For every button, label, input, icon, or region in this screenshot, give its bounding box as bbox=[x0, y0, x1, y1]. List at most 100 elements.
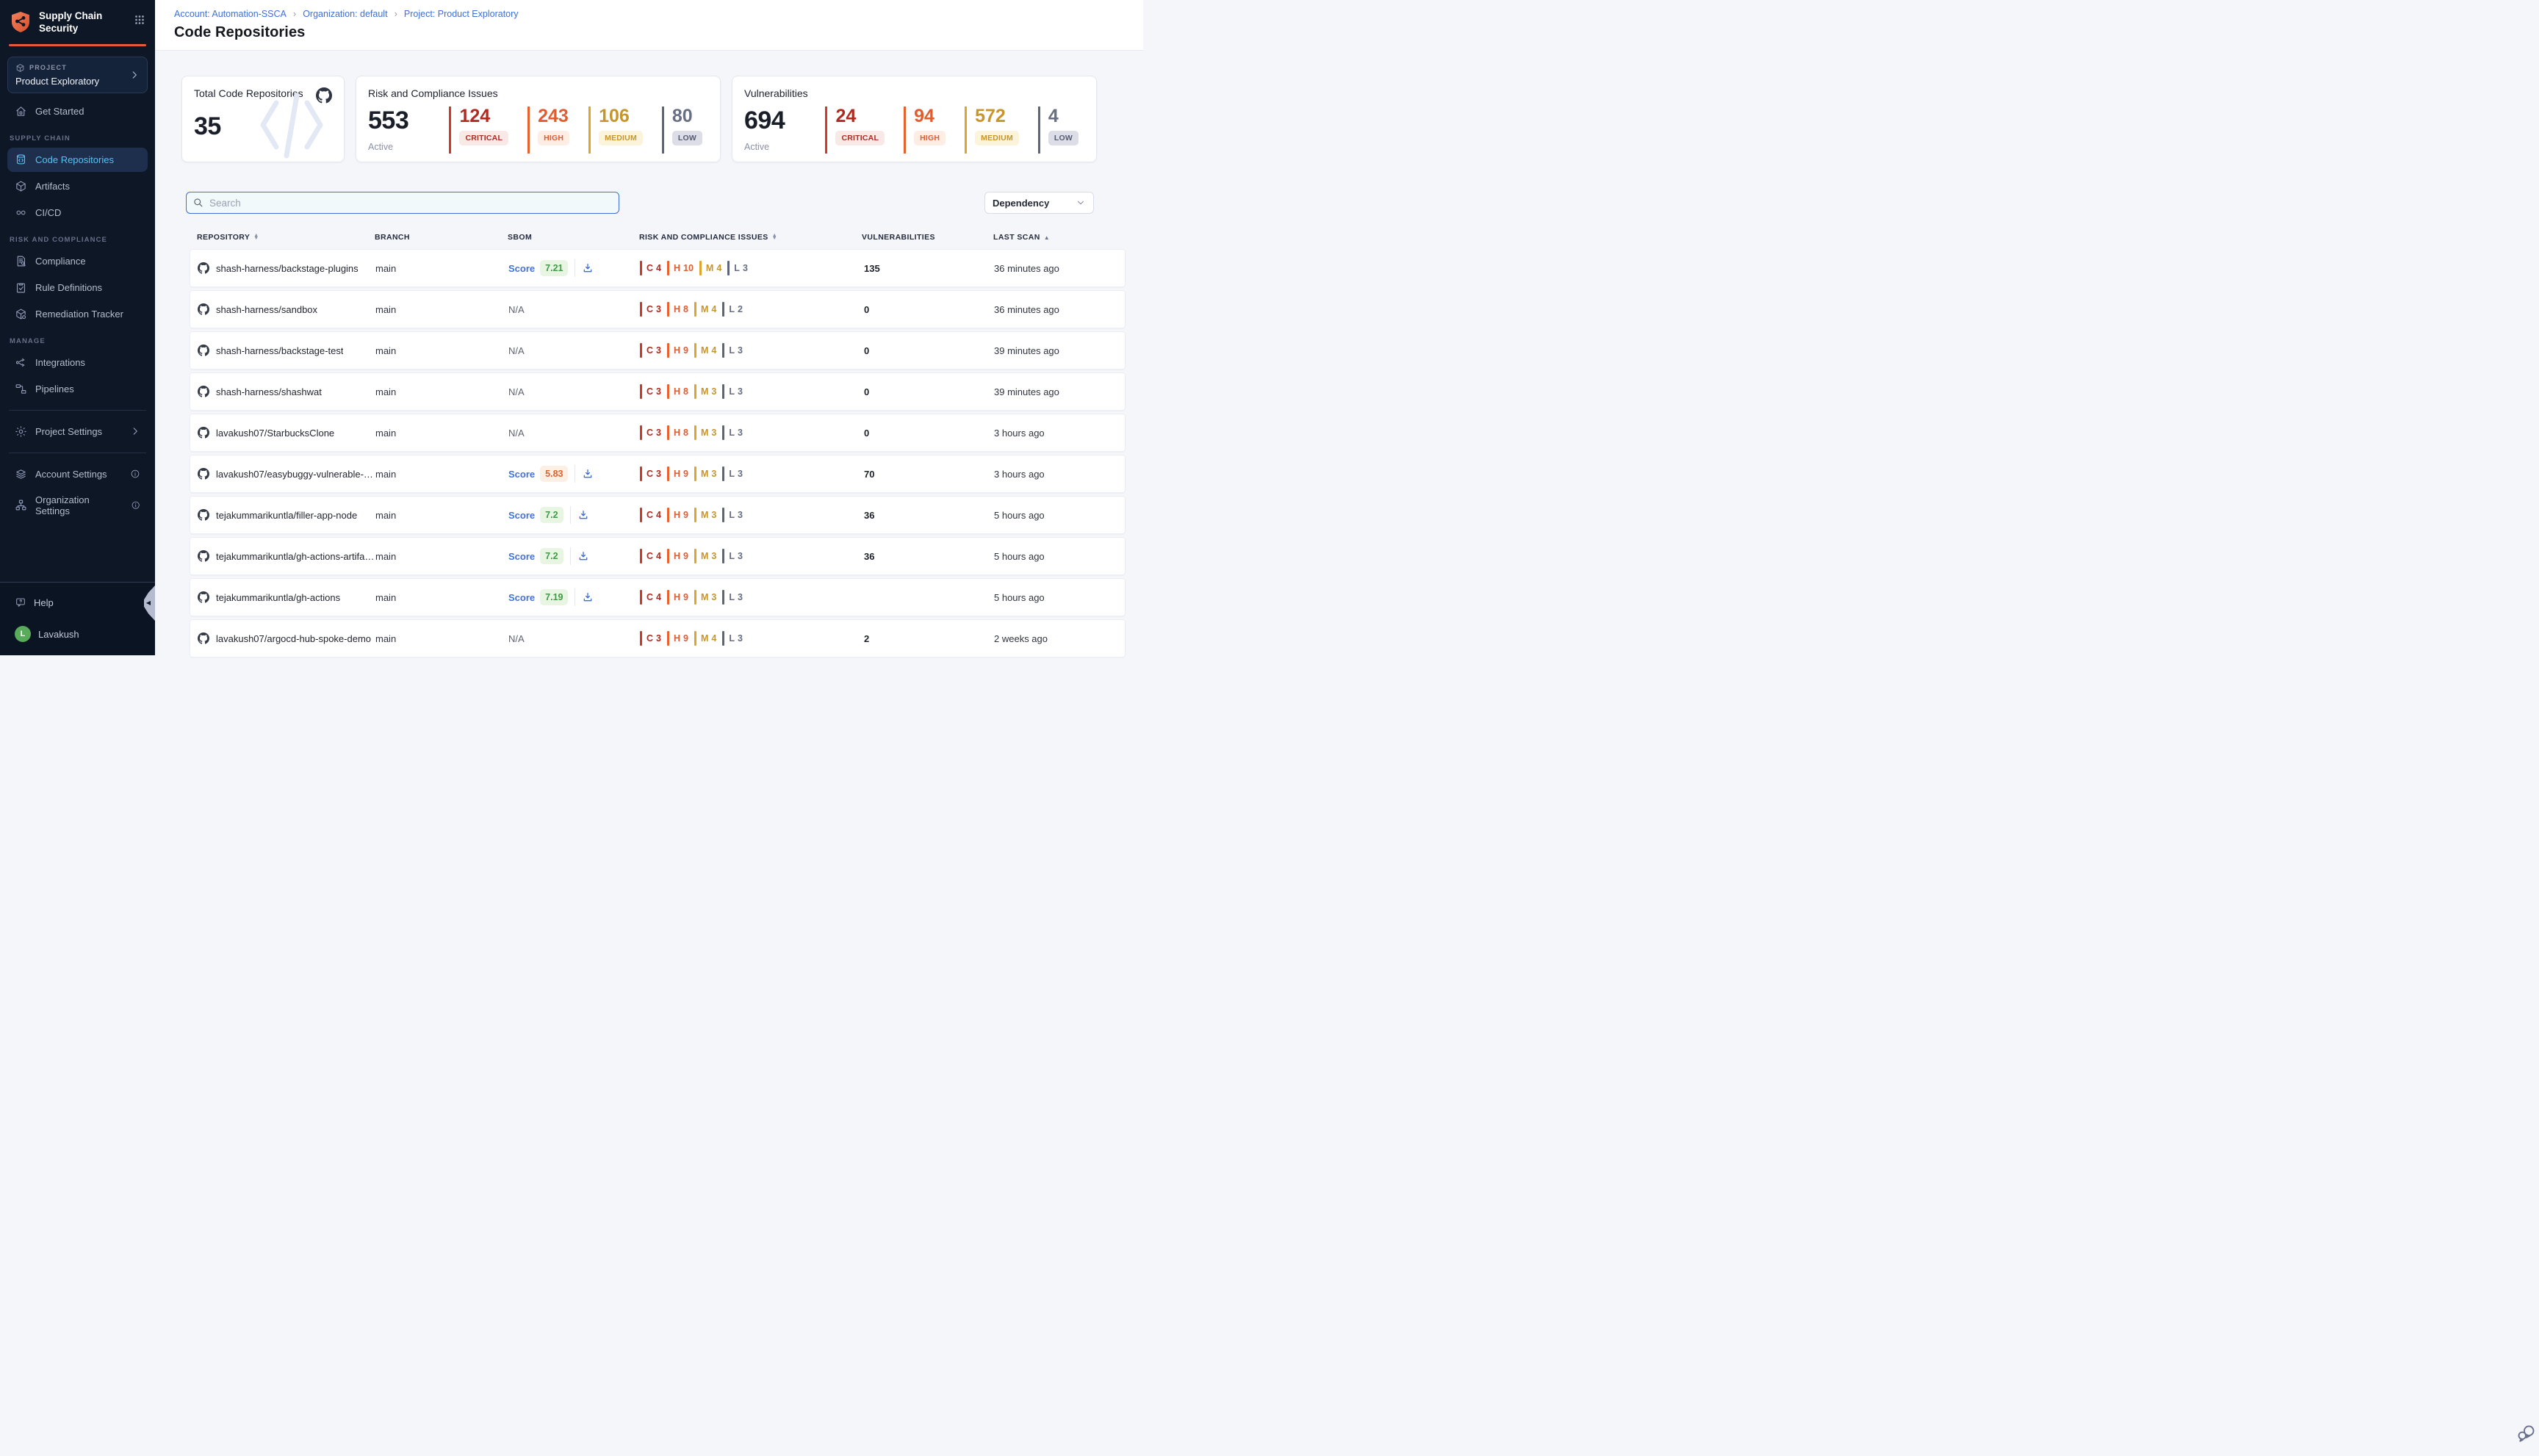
table-row[interactable]: lavakush07/argocd-hub-spoke-demomainN/AC… bbox=[190, 619, 1126, 657]
vulnerabilities-count: 36 bbox=[862, 551, 994, 562]
severity-letter: H bbox=[674, 633, 680, 644]
sbom-cell: N/A bbox=[508, 428, 640, 439]
search-input[interactable] bbox=[186, 192, 619, 214]
severity-count: 3 bbox=[711, 386, 716, 397]
table-row[interactable]: lavakush07/StarbucksClonemainN/AC3H8M3L3… bbox=[190, 414, 1126, 452]
sidebar-item-organization-settings[interactable]: Organization Settings bbox=[7, 489, 148, 522]
sidebar-item-integrations[interactable]: Integrations bbox=[7, 350, 148, 375]
severity-chip-critical: C3 bbox=[640, 384, 661, 399]
repo-name: tejakummarikuntla/gh-actions-artifacts bbox=[216, 551, 375, 562]
last-scan: 5 hours ago bbox=[994, 510, 1117, 521]
table-row[interactable]: shash-harness/backstage-pluginsmainScore… bbox=[190, 249, 1126, 287]
sidebar-item-remediation-tracker[interactable]: Remediation Tracker bbox=[7, 302, 148, 326]
sidebar-item-ci-cd[interactable]: CI/CD bbox=[7, 201, 148, 225]
severity-bar bbox=[640, 508, 642, 522]
download-sbom-icon[interactable] bbox=[582, 468, 594, 480]
nav-divider bbox=[9, 410, 146, 411]
info-icon[interactable] bbox=[130, 469, 140, 479]
download-sbom-icon[interactable] bbox=[577, 550, 589, 562]
share-icon bbox=[15, 356, 27, 369]
severity-count: 3 bbox=[711, 592, 716, 602]
github-icon bbox=[198, 468, 209, 480]
severity-count: 24 bbox=[835, 107, 885, 126]
table-row[interactable]: tejakummarikuntla/gh-actions-artifactsma… bbox=[190, 537, 1126, 575]
severity-badge: HIGH bbox=[538, 131, 569, 145]
help-button[interactable]: Help bbox=[9, 592, 146, 613]
sort-icon: ▲▼ bbox=[772, 234, 777, 240]
sidebar-item-rule-definitions[interactable]: Rule Definitions bbox=[7, 275, 148, 300]
table-row[interactable]: lavakush07/easybuggy-vulnerable-app...ma… bbox=[190, 455, 1126, 493]
download-sbom-icon[interactable] bbox=[577, 509, 589, 521]
severity-chip-high: H8 bbox=[667, 302, 688, 317]
table-row[interactable]: shash-harness/shashwatmainN/AC3H8M3L3039… bbox=[190, 372, 1126, 411]
sidebar-item-project-settings[interactable]: Project Settings bbox=[7, 419, 148, 444]
severity-bar bbox=[694, 425, 696, 440]
sidebar-item-compliance[interactable]: Compliance bbox=[7, 249, 148, 273]
table-row[interactable]: tejakummarikuntla/gh-actionsmainScore7.1… bbox=[190, 578, 1126, 616]
risk-issues-cell: C4H9M3L3 bbox=[640, 508, 862, 522]
branch-name: main bbox=[375, 304, 508, 315]
sidebar-item-pipelines[interactable]: Pipelines bbox=[7, 377, 148, 401]
sbom-cell: N/A bbox=[508, 304, 640, 315]
risk-issues-cell: C4H10M4L3 bbox=[640, 261, 862, 275]
user-menu[interactable]: L Lavakush bbox=[9, 621, 146, 646]
sort-icon: ▲▼ bbox=[253, 234, 259, 240]
support-chat-icon[interactable] bbox=[2515, 1422, 2538, 1444]
severity-chip-medium: M4 bbox=[694, 631, 716, 646]
breadcrumb-link[interactable]: Account: Automation-SSCA bbox=[174, 9, 287, 19]
severity-chip-critical: C3 bbox=[640, 343, 661, 358]
severity-bar bbox=[667, 549, 669, 563]
severity-count: 80 bbox=[672, 107, 702, 126]
risk-issues-cell: C3H8M4L2 bbox=[640, 302, 862, 317]
column-header-risk-and-compliance-issues[interactable]: RISK AND COMPLIANCE ISSUES▲▼ bbox=[639, 233, 862, 242]
severity-bar bbox=[694, 343, 696, 358]
repo-name: shash-harness/shashwat bbox=[216, 386, 322, 397]
severity-stat-low: 4LOW bbox=[1038, 107, 1078, 154]
severity-bar bbox=[722, 549, 724, 563]
branch-name: main bbox=[375, 263, 508, 274]
vulnerabilities-count: 0 bbox=[862, 304, 994, 315]
severity-count: 8 bbox=[683, 304, 688, 314]
severity-bar bbox=[694, 302, 696, 317]
sidebar-item-code-repositories[interactable]: Code Repositories bbox=[7, 148, 148, 172]
sidebar-item-account-settings[interactable]: Account Settings bbox=[7, 462, 148, 486]
sbom-score-label: Score bbox=[508, 469, 535, 480]
nav-section-header: MANAGE bbox=[10, 337, 145, 345]
dependency-filter-dropdown[interactable]: Dependency bbox=[984, 192, 1094, 214]
severity-badge: CRITICAL bbox=[459, 131, 508, 145]
last-scan: 39 minutes ago bbox=[994, 386, 1117, 397]
severity-letter: L bbox=[729, 386, 735, 397]
severity-letter: H bbox=[674, 386, 680, 397]
sidebar-item-label: Pipelines bbox=[35, 383, 74, 394]
vulnerabilities-count: 0 bbox=[862, 428, 994, 439]
project-label: PROJECT bbox=[29, 64, 67, 71]
module-grid-icon[interactable] bbox=[133, 13, 146, 26]
severity-stat-medium: 106MEDIUM bbox=[588, 107, 643, 154]
severity-bar bbox=[667, 384, 669, 399]
sbom-score-label: Score bbox=[508, 551, 535, 562]
table-row[interactable]: shash-harness/backstage-testmainN/AC3H9M… bbox=[190, 331, 1126, 370]
toolbar: Dependency bbox=[186, 192, 1094, 214]
severity-letter: H bbox=[674, 304, 680, 314]
column-header-repository[interactable]: REPOSITORY▲▼ bbox=[197, 233, 375, 242]
download-sbom-icon[interactable] bbox=[582, 591, 594, 603]
column-header-last-scan[interactable]: LAST SCAN▲ bbox=[993, 233, 1118, 242]
github-icon bbox=[198, 345, 209, 356]
table-row[interactable]: tejakummarikuntla/filler-app-nodemainSco… bbox=[190, 496, 1126, 534]
table-row[interactable]: shash-harness/sandboxmainN/AC3H8M4L2036 … bbox=[190, 290, 1126, 328]
total-repos-card: Total Code Repositories 35 bbox=[181, 76, 345, 162]
severity-bar bbox=[667, 466, 669, 481]
branch-name: main bbox=[375, 551, 508, 562]
breadcrumb-link[interactable]: Organization: default bbox=[303, 9, 387, 19]
sidebar-item-get-started[interactable]: Get Started bbox=[7, 99, 148, 123]
info-icon[interactable] bbox=[131, 500, 140, 511]
project-selector[interactable]: PROJECT Product Exploratory bbox=[7, 57, 148, 93]
severity-chip-critical: C3 bbox=[640, 466, 661, 481]
breadcrumb-link[interactable]: Project: Product Exploratory bbox=[404, 9, 519, 19]
column-label: LAST SCAN bbox=[993, 233, 1040, 242]
severity-chip-critical: C3 bbox=[640, 425, 661, 440]
download-sbom-icon[interactable] bbox=[582, 262, 594, 274]
severity-bar bbox=[667, 302, 669, 317]
column-label: VULNERABILITIES bbox=[862, 233, 935, 242]
sidebar-item-artifacts[interactable]: Artifacts bbox=[7, 174, 148, 198]
